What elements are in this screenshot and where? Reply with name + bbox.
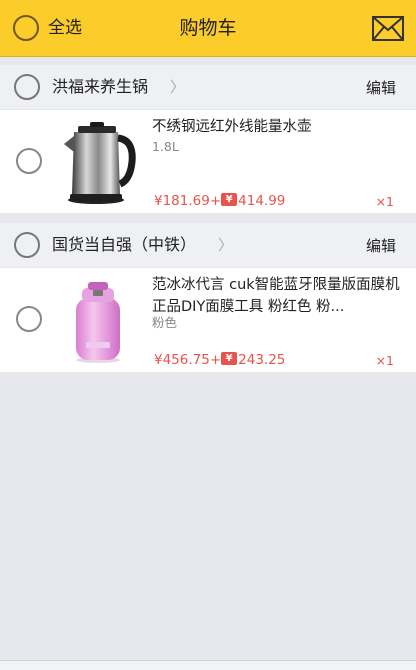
store-select-radio[interactable] xyxy=(14,232,40,258)
chevron-right-icon[interactable]: 〉 xyxy=(170,77,185,97)
envelope-icon[interactable] xyxy=(372,16,404,41)
store-name[interactable]: 国货当自强（中铁） xyxy=(52,235,196,255)
cart-item: 范冰冰代言 cuk智能蓝牙限量版面膜机正品DIY面膜工具 粉红色 粉... 粉色… xyxy=(0,268,416,372)
item-price: ¥456.75+ 243.25 xyxy=(154,350,286,369)
coupon-icon xyxy=(221,350,238,368)
price-points: 414.99 xyxy=(238,193,286,209)
item-spec: 粉色 xyxy=(152,315,178,330)
page-title: 购物车 xyxy=(179,17,237,39)
store-name[interactable]: 洪福来养生锅 xyxy=(52,77,148,97)
coupon-icon xyxy=(221,191,238,209)
edit-button[interactable]: 编辑 xyxy=(366,78,396,98)
mask-machine-image[interactable] xyxy=(60,276,138,364)
cart-item: 不绣钢远红外线能量水壶 1.8L ¥181.69+ 414.99 ×1 xyxy=(0,110,416,213)
top-bar: 全选 购物车 xyxy=(0,0,416,57)
item-spec: 1.8L xyxy=(152,139,179,154)
store-header: 洪福来养生锅 〉 编辑 xyxy=(0,65,416,109)
item-select-radio[interactable] xyxy=(16,148,42,174)
price-cash: ¥456.75+ xyxy=(154,352,222,368)
chevron-right-icon[interactable]: 〉 xyxy=(218,235,233,255)
item-title[interactable]: 范冰冰代言 cuk智能蓝牙限量版面膜机正品DIY面膜工具 粉红色 粉... xyxy=(152,274,402,318)
price-cash: ¥181.69+ xyxy=(154,193,222,209)
item-title[interactable]: 不绣钢远红外线能量水壶 xyxy=(152,116,402,138)
item-select-radio[interactable] xyxy=(16,306,42,332)
item-price: ¥181.69+ 414.99 xyxy=(154,191,286,210)
price-points: 243.25 xyxy=(238,352,286,368)
store-select-radio[interactable] xyxy=(14,74,40,100)
bottom-tab-bar xyxy=(0,660,416,670)
store-header: 国货当自强（中铁） 〉 编辑 xyxy=(0,223,416,267)
item-quantity: ×1 xyxy=(375,353,394,368)
kettle-image[interactable] xyxy=(60,118,138,206)
item-quantity: ×1 xyxy=(375,194,394,209)
edit-button[interactable]: 编辑 xyxy=(366,236,396,256)
